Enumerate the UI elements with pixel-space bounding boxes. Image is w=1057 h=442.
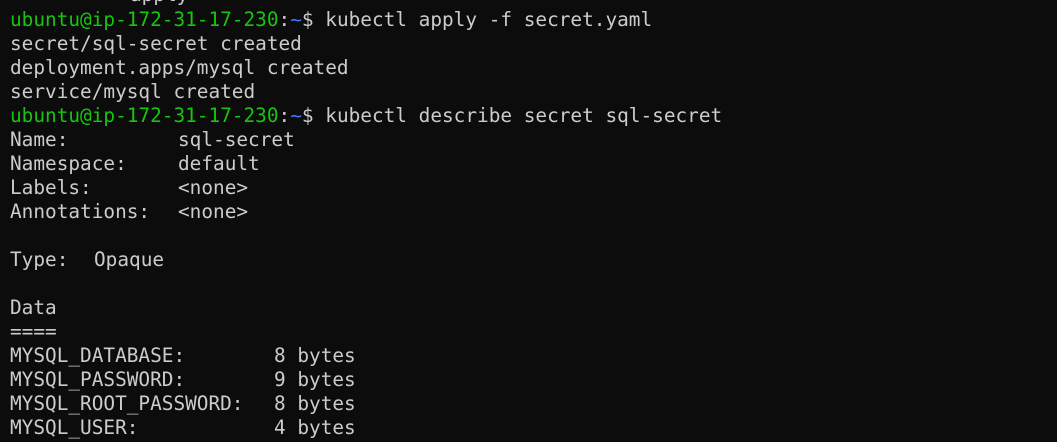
data-row: MYSQL_ROOT_PASSWORD: 8 bytes <box>10 392 1057 416</box>
output-line: service/mysql created <box>10 80 256 103</box>
field-key: Annotations: <box>10 200 151 223</box>
describe-field-row: Labels: <none> <box>10 176 1057 200</box>
data-row: MYSQL_PASSWORD: 9 bytes <box>10 368 1057 392</box>
command-line-apply: ubuntu@ip-172-31-17-230:~$ kubectl apply… <box>10 8 1057 32</box>
prompt-user-host: ubuntu@ip-172-31-17-230 <box>10 8 279 31</box>
field-key: Namespace: <box>10 152 127 175</box>
describe-field-row: Name: sql-secret <box>10 128 1057 152</box>
data-key: MYSQL_ROOT_PASSWORD: <box>10 392 244 415</box>
prompt-separator: : <box>278 104 291 127</box>
prompt-separator: : <box>278 8 291 31</box>
terminal-window[interactable]: apply ubuntu@ip-172-31-17-230:~$ kubectl… <box>0 0 1057 442</box>
prompt-path: ~ <box>290 104 302 127</box>
describe-field-row: Annotations: <none> <box>10 200 1057 224</box>
field-value: <none> <box>178 200 249 223</box>
field-key: Name: <box>10 128 69 151</box>
data-size: 4 bytes <box>274 416 356 439</box>
clipped-output-line: apply <box>10 0 188 7</box>
data-size: 9 bytes <box>274 368 356 391</box>
data-size: 8 bytes <box>274 344 356 367</box>
output-line: secret/sql-secret created <box>10 32 302 55</box>
data-heading: Data <box>10 296 57 319</box>
field-value: sql-secret <box>178 128 295 151</box>
type-value: Opaque <box>94 248 165 271</box>
data-row: MYSQL_DATABASE: 8 bytes <box>10 344 1057 368</box>
prompt-path: ~ <box>290 8 302 31</box>
prompt-user-host: ubuntu@ip-172-31-17-230 <box>10 104 279 127</box>
clipped-output-text: apply <box>130 0 188 6</box>
field-value: default <box>178 152 260 175</box>
prompt-symbol: $ <box>301 8 314 31</box>
data-key: MYSQL_PASSWORD: <box>10 368 186 391</box>
terminal-output: ubuntu@ip-172-31-17-230:~$ kubectl apply… <box>10 8 1057 440</box>
command-text: kubectl apply -f secret.yaml <box>325 8 653 31</box>
data-row: MYSQL_USER: 4 bytes <box>10 416 1057 440</box>
describe-type-row: Type: Opaque <box>10 248 1057 272</box>
data-key: MYSQL_DATABASE: <box>10 344 186 367</box>
describe-field-row: Namespace: default <box>10 152 1057 176</box>
command-text: kubectl describe secret sql-secret <box>325 104 723 127</box>
field-value: <none> <box>178 176 249 199</box>
output-line: deployment.apps/mysql created <box>10 56 349 79</box>
field-key: Labels: <box>10 176 92 199</box>
data-size: 8 bytes <box>274 392 356 415</box>
data-rule: ==== <box>10 320 57 343</box>
command-line-describe: ubuntu@ip-172-31-17-230:~$ kubectl descr… <box>10 104 1057 128</box>
type-key: Type: <box>10 248 69 271</box>
prompt-symbol: $ <box>301 104 314 127</box>
data-key: MYSQL_USER: <box>10 416 139 439</box>
